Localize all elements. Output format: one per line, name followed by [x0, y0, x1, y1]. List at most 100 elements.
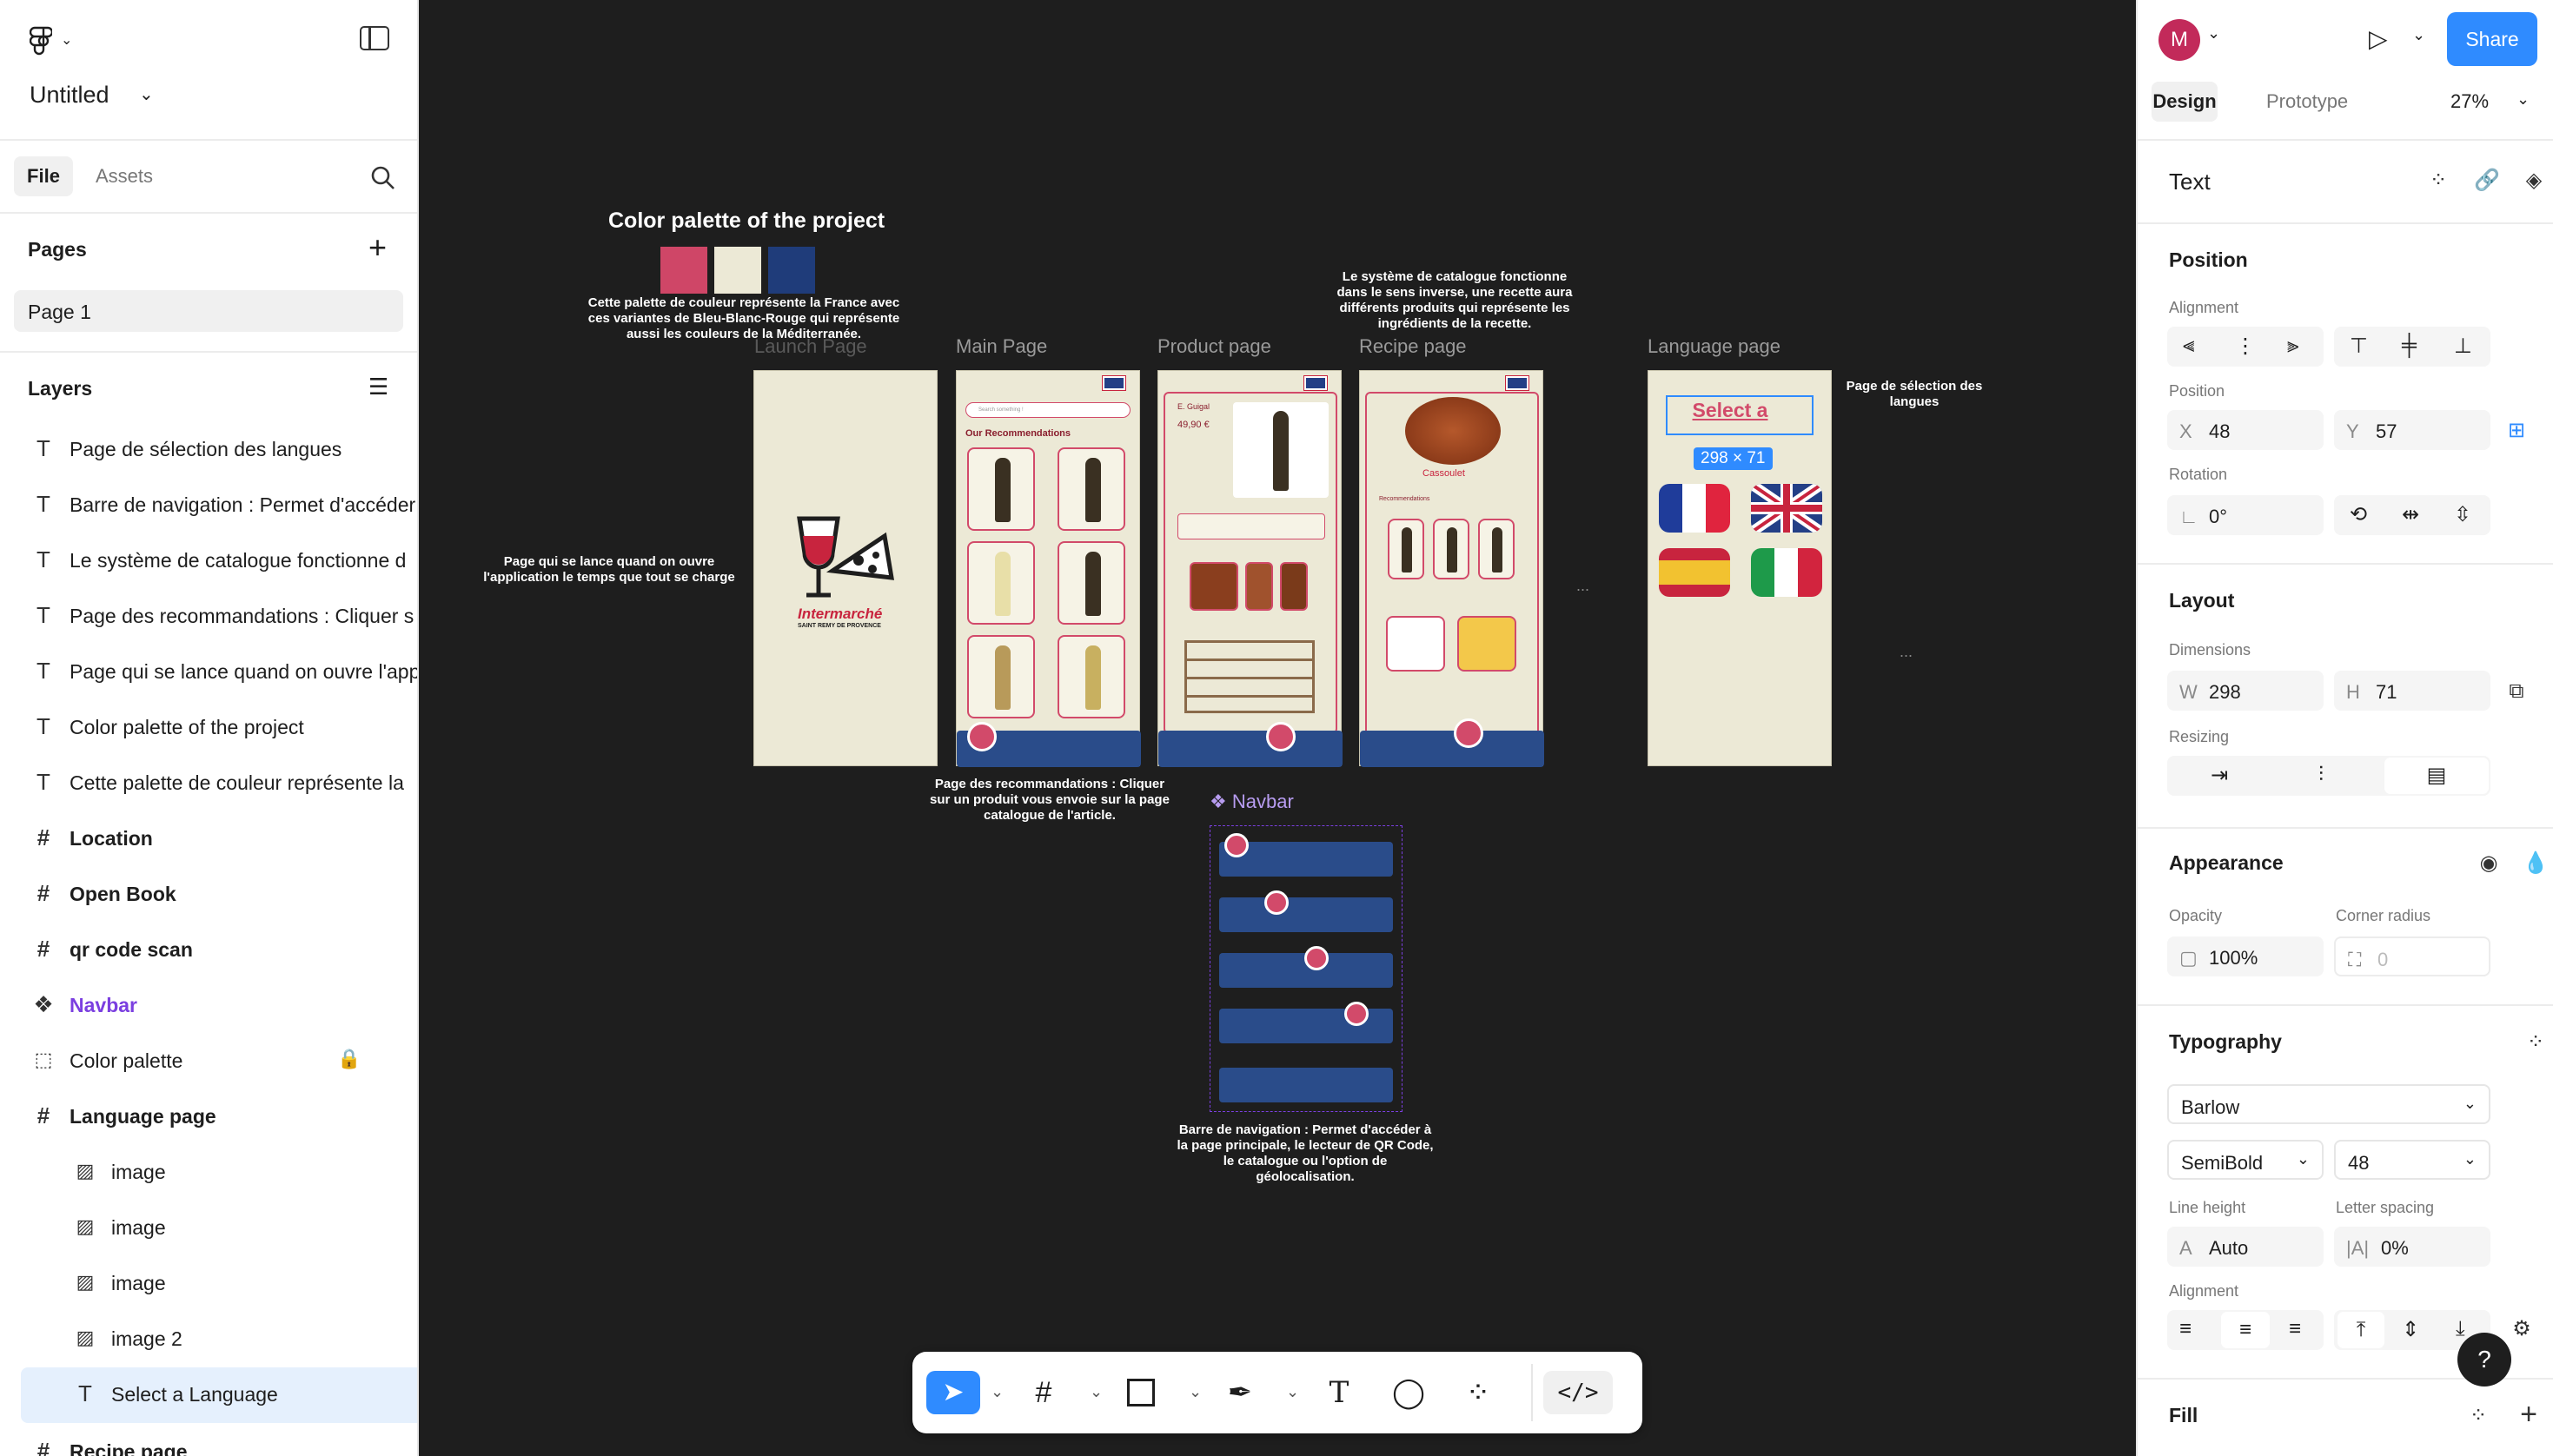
product-card[interactable] — [1058, 541, 1125, 625]
x-field[interactable]: X 48 — [2167, 410, 2324, 450]
constraints-icon[interactable]: ⊞ — [2499, 414, 2534, 448]
rotate-icon[interactable]: ⟲ — [2350, 502, 2367, 527]
search-icon[interactable] — [370, 165, 396, 191]
main-search-input[interactable]: Search something ! — [965, 402, 1131, 418]
toggle-sidebar-icon[interactable] — [360, 26, 389, 50]
product-navbar[interactable] — [1158, 731, 1343, 767]
layers-sort-icon[interactable]: ☰ — [368, 374, 388, 400]
flip-vertical-icon[interactable]: ⇳ — [2454, 502, 2471, 527]
recipe-page-frame[interactable]: Cassoulet Recommendations — [1359, 370, 1544, 767]
fixed-size-icon[interactable]: ▤ — [2384, 758, 2489, 794]
actions-tool-icon[interactable]: ⁘ — [1456, 1371, 1500, 1414]
corner-radius-field[interactable]: ⛶ 0 — [2334, 936, 2490, 976]
add-page-icon[interactable]: + — [368, 229, 387, 266]
navbar-component-title[interactable]: ❖ Navbar — [1210, 791, 1294, 813]
wine-card[interactable] — [1478, 519, 1515, 579]
uk-flag-icon[interactable] — [1751, 484, 1822, 533]
chevron-down-icon[interactable]: ⌄ — [2412, 26, 2425, 44]
type-settings-icon[interactable]: ⚙ — [2504, 1312, 2539, 1347]
layer-item[interactable]: # Open Book — [0, 867, 417, 923]
layer-item[interactable]: T Page des recommandations : Cliquer s — [0, 589, 417, 645]
location-nav-icon[interactable] — [1344, 1002, 1369, 1026]
frame-title-launch[interactable]: Launch Page — [754, 335, 867, 358]
home-nav-icon[interactable] — [967, 722, 997, 751]
rectangle-tool-icon[interactable] — [1119, 1371, 1163, 1414]
layer-item[interactable]: T Cette palette de couleur représente la — [0, 756, 417, 811]
text-align-left-icon[interactable]: ≡ — [2179, 1317, 2192, 1341]
home-nav-icon[interactable] — [1224, 833, 1249, 857]
blend-mode-icon[interactable]: 💧 — [2518, 846, 2553, 881]
cheese-card[interactable] — [1457, 616, 1516, 672]
product-card[interactable] — [1058, 635, 1125, 718]
frame-title-main[interactable]: Main Page — [956, 335, 1047, 358]
layer-item[interactable]: ⬚ Color palette 🔒 — [0, 1034, 417, 1089]
cheese-card[interactable] — [1386, 616, 1445, 672]
layer-item[interactable]: # Recipe page — [0, 1425, 417, 1456]
chevron-down-icon[interactable]: ⌄ — [1090, 1383, 1103, 1401]
navbar-variant[interactable] — [1219, 1068, 1393, 1102]
wine-card[interactable] — [1388, 519, 1424, 579]
tab-design[interactable]: Design — [2152, 82, 2218, 122]
font-weight-select[interactable]: SemiBold ⌄ — [2167, 1140, 2324, 1180]
chevron-down-icon[interactable]: ⌄ — [1189, 1383, 1202, 1401]
layer-item[interactable]: T Page de sélection des langues — [0, 422, 417, 478]
frame-tool-icon[interactable]: # — [1022, 1371, 1065, 1414]
frame-title-language[interactable]: Language page — [1648, 335, 1780, 358]
chevron-down-icon[interactable]: ⌄ — [1286, 1383, 1299, 1401]
dev-mode-icon[interactable]: </> — [1543, 1371, 1613, 1414]
navbar-variants[interactable] — [1210, 825, 1402, 1112]
opacity-field[interactable]: ▢ 100% — [2167, 936, 2324, 976]
launch-page-frame[interactable]: Intermarché SAINT REMY DE PROVENCE — [753, 370, 938, 766]
main-page-frame[interactable]: Search something ! Our Recommendations — [956, 370, 1141, 767]
align-center-icon[interactable]: ⋮ — [2235, 334, 2256, 359]
layer-item[interactable]: T Le système de catalogue fonctionne d — [0, 533, 417, 589]
layer-item[interactable]: T Color palette of the project — [0, 700, 417, 756]
chevron-down-icon[interactable]: ⌄ — [991, 1383, 1004, 1401]
layer-item[interactable]: ▨ image — [0, 1256, 417, 1312]
add-fill-icon[interactable]: + — [2511, 1397, 2546, 1432]
flip-horizontal-icon[interactable]: ⇹ — [2402, 502, 2419, 527]
layer-item[interactable]: # Location — [0, 811, 417, 867]
catalogue-nav-icon[interactable] — [1454, 718, 1483, 748]
palette-swatch-blue[interactable] — [768, 247, 815, 294]
chevron-down-icon[interactable]: ⌄ — [2517, 90, 2530, 109]
auto-width-icon[interactable]: ⇥ — [2211, 763, 2228, 788]
frame-title-product[interactable]: Product page — [1157, 335, 1271, 358]
line-height-field[interactable]: A Auto — [2167, 1227, 2324, 1267]
help-button[interactable]: ? — [2457, 1333, 2511, 1387]
move-tool-icon[interactable]: ➤ — [926, 1371, 980, 1414]
layer-item[interactable]: ❖ Navbar — [0, 978, 417, 1034]
auto-height-icon[interactable]: ⫶ — [2318, 763, 2324, 787]
text-tool-icon[interactable]: T — [1317, 1371, 1361, 1414]
zoom-level[interactable]: 27% — [2450, 90, 2489, 113]
layer-item[interactable]: ▨ image — [0, 1145, 417, 1201]
align-left-icon[interactable]: ⫷ — [2183, 334, 2195, 358]
avatar[interactable]: M — [2158, 19, 2200, 61]
recipe-carousel[interactable] — [1190, 562, 1311, 614]
comment-tool-icon[interactable]: ◯ — [1387, 1371, 1430, 1414]
layer-item[interactable]: T Page qui se lance quand on ouvre l'app — [0, 645, 417, 700]
tab-file[interactable]: File — [14, 156, 73, 196]
resize-to-fit-icon[interactable]: ⧉ — [2499, 674, 2534, 709]
product-card[interactable] — [967, 447, 1035, 531]
grid-icon[interactable]: ⁘ — [2421, 163, 2456, 198]
qr-nav-icon[interactable] — [1264, 890, 1289, 915]
align-right-icon[interactable]: ⫸ — [2287, 334, 2299, 358]
rotation-field[interactable]: ∟ 0° — [2167, 495, 2324, 535]
component-style-icon[interactable]: ◈ — [2517, 163, 2551, 198]
text-align-middle-icon[interactable]: ⇕ — [2402, 1317, 2419, 1342]
y-field[interactable]: Y 57 — [2334, 410, 2490, 450]
file-name-chevron-icon[interactable]: ⌄ — [139, 83, 154, 105]
france-flag-icon[interactable] — [1659, 484, 1730, 533]
lock-icon[interactable]: 🔒 — [337, 1048, 361, 1070]
font-size-field[interactable]: 48 ⌄ — [2334, 1140, 2490, 1180]
recipe-navbar[interactable] — [1360, 731, 1544, 767]
visibility-eye-icon[interactable]: ◉ — [2471, 846, 2506, 881]
text-align-bottom-icon[interactable]: ⤓ — [2456, 1317, 2465, 1341]
product-card[interactable] — [967, 635, 1035, 718]
navbar-variant[interactable] — [1219, 897, 1393, 932]
figma-menu-button[interactable]: ⌄ — [26, 24, 80, 59]
pen-tool-icon[interactable]: ✒ — [1218, 1371, 1262, 1414]
palette-swatch-cream[interactable] — [714, 247, 761, 294]
catalogue-nav-icon[interactable] — [1304, 946, 1329, 970]
